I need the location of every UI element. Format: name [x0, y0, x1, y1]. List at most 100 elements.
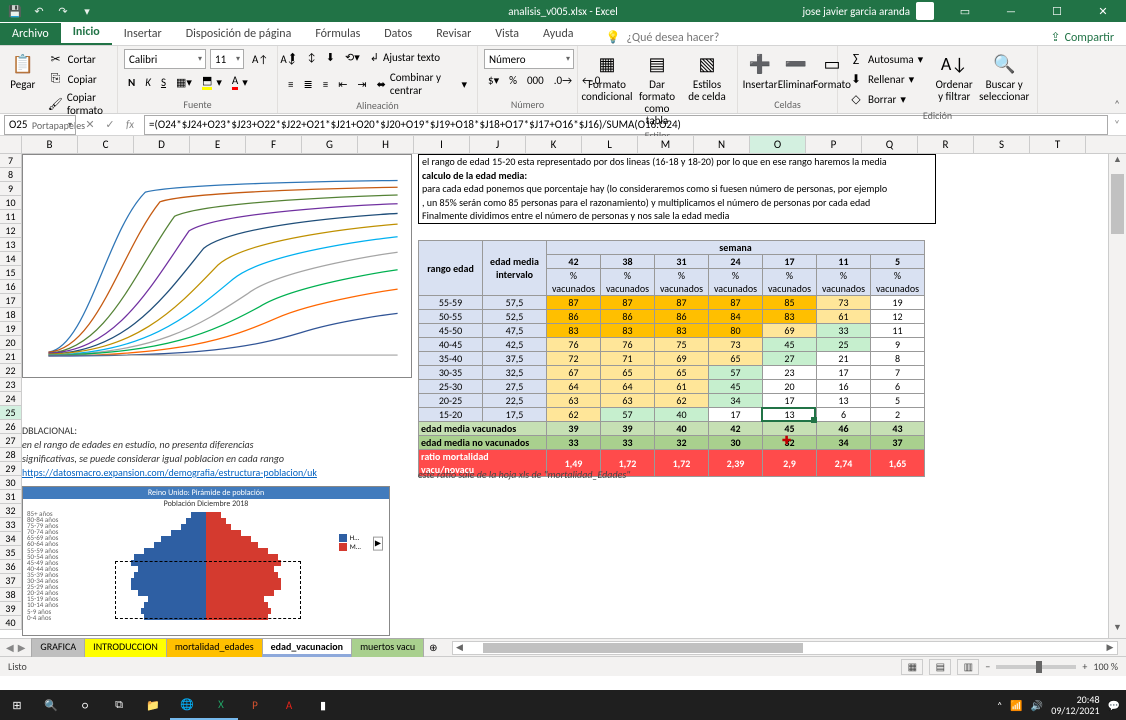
- align-top-icon[interactable]: ⬆: [284, 49, 301, 66]
- sheet-nav-prev-icon[interactable]: ◀: [6, 641, 14, 654]
- border-button[interactable]: ▦▾: [172, 72, 196, 92]
- tab-view[interactable]: Vista: [483, 23, 531, 45]
- row-header[interactable]: 27: [0, 434, 22, 448]
- grow-font-icon[interactable]: A↑: [248, 49, 272, 69]
- row-header[interactable]: 21: [0, 350, 22, 364]
- row-header[interactable]: 11: [0, 210, 22, 224]
- network-icon[interactable]: 📶: [1010, 699, 1022, 712]
- redo-icon[interactable]: ↷: [54, 5, 72, 18]
- tab-data[interactable]: Datos: [372, 23, 424, 45]
- powerpoint-icon[interactable]: P: [238, 690, 272, 720]
- row-header[interactable]: 17: [0, 294, 22, 308]
- number-format-combo[interactable]: Número: [484, 49, 574, 69]
- align-left-icon[interactable]: ≡: [284, 76, 297, 93]
- wrap-text-button[interactable]: ↲ Ajustar texto: [366, 49, 444, 66]
- font-name-combo[interactable]: Calibri: [124, 49, 206, 69]
- column-header[interactable]: N: [694, 136, 750, 153]
- format-as-table-button[interactable]: ▤Dar formato como tabla: [634, 49, 680, 129]
- hyperlink[interactable]: https://datosmacro.expansion.com/demogra…: [22, 466, 317, 479]
- fx-icon[interactable]: fx: [122, 118, 138, 131]
- row-header[interactable]: 25: [0, 406, 22, 420]
- row-header[interactable]: 14: [0, 252, 22, 266]
- notifications-icon[interactable]: 💬: [1108, 699, 1120, 712]
- cortana-icon[interactable]: ○: [68, 690, 102, 720]
- row-header[interactable]: 32: [0, 504, 22, 518]
- row-header[interactable]: 34: [0, 532, 22, 546]
- search-taskbar-icon[interactable]: 🔍: [34, 690, 68, 720]
- column-header[interactable]: R: [918, 136, 974, 153]
- column-header[interactable]: O: [750, 136, 806, 153]
- row-header[interactable]: 9: [0, 182, 22, 196]
- indent-dec-icon[interactable]: ⇤: [334, 76, 351, 93]
- column-header[interactable]: L: [582, 136, 638, 153]
- row-header[interactable]: 7: [0, 154, 22, 168]
- scroll-right-icon[interactable]: ▶: [1103, 642, 1117, 654]
- minimize-icon[interactable]: —: [988, 0, 1034, 22]
- insert-cells-button[interactable]: ➕Insertar: [744, 49, 776, 93]
- align-bottom-icon[interactable]: ⬇: [322, 49, 339, 66]
- comma-icon[interactable]: 000: [523, 72, 548, 89]
- scroll-up-icon[interactable]: ▲: [1109, 154, 1126, 170]
- column-header[interactable]: D: [134, 136, 190, 153]
- copy-button[interactable]: ⎘Copiar: [44, 69, 111, 89]
- tab-home[interactable]: Inicio: [61, 21, 112, 45]
- row-header[interactable]: 20: [0, 336, 22, 350]
- row-header[interactable]: 19: [0, 322, 22, 336]
- row-header[interactable]: 26: [0, 420, 22, 434]
- select-all-corner[interactable]: [0, 136, 22, 153]
- sort-filter-button[interactable]: A↓Ordenar y filtrar: [931, 49, 977, 105]
- fill-button[interactable]: ⬇Rellenar ▾: [844, 69, 927, 89]
- column-header[interactable]: F: [246, 136, 302, 153]
- tab-formulas[interactable]: Fórmulas: [303, 23, 372, 45]
- column-header[interactable]: S: [974, 136, 1030, 153]
- taskbar-clock[interactable]: 20:48 09/12/2021: [1051, 694, 1099, 716]
- start-button[interactable]: ⊞: [0, 690, 34, 720]
- row-header[interactable]: 16: [0, 280, 22, 294]
- align-center-icon[interactable]: ≣: [299, 76, 316, 93]
- column-header[interactable]: I: [414, 136, 470, 153]
- play-icon[interactable]: ▶: [373, 537, 383, 551]
- population-pyramid-chart[interactable]: Reino Unido: Pirámide de población Pobla…: [22, 486, 390, 636]
- cell-styles-button[interactable]: ▧Estilos de celda: [684, 49, 730, 105]
- zoom-in-icon[interactable]: +: [1082, 660, 1087, 673]
- terminal-icon[interactable]: ▮: [306, 690, 340, 720]
- row-header[interactable]: 18: [0, 308, 22, 322]
- percent-icon[interactable]: %: [505, 72, 521, 89]
- acrobat-icon[interactable]: A: [272, 690, 306, 720]
- sheet-tab[interactable]: mortalidad_edades: [166, 638, 263, 657]
- underline-button[interactable]: S: [157, 72, 170, 92]
- font-color-button[interactable]: A▾: [228, 72, 252, 92]
- bold-button[interactable]: N: [124, 72, 139, 92]
- row-header[interactable]: 13: [0, 238, 22, 252]
- sheet-tab[interactable]: muertos vacu: [351, 638, 424, 657]
- page-break-view-icon[interactable]: ▥: [957, 659, 979, 675]
- row-header[interactable]: 39: [0, 602, 22, 616]
- row-header[interactable]: 10: [0, 196, 22, 210]
- align-right-icon[interactable]: ≡: [319, 76, 332, 93]
- paste-button[interactable]: 📋 Pegar: [6, 49, 40, 93]
- row-header[interactable]: 24: [0, 392, 22, 406]
- clear-button[interactable]: ◇Borrar ▾: [844, 89, 927, 109]
- account-user[interactable]: jose javier garcia aranda: [794, 2, 942, 20]
- collapse-ribbon-icon[interactable]: ˄: [1114, 98, 1120, 111]
- scroll-left-icon[interactable]: ◀: [453, 642, 467, 654]
- sheet-tab[interactable]: edad_vacunacion: [262, 638, 352, 657]
- sheet-nav-next-icon[interactable]: ▶: [18, 641, 26, 654]
- row-header[interactable]: 15: [0, 266, 22, 280]
- column-header[interactable]: M: [638, 136, 694, 153]
- column-header[interactable]: E: [190, 136, 246, 153]
- expand-formula-icon[interactable]: ˅: [1108, 118, 1126, 131]
- row-header[interactable]: 29: [0, 462, 22, 476]
- zoom-out-icon[interactable]: −: [985, 660, 990, 673]
- align-middle-icon[interactable]: ↕: [303, 49, 320, 66]
- tab-page-layout[interactable]: Disposición de página: [174, 23, 304, 45]
- qat-customize-icon[interactable]: ▾: [78, 5, 96, 18]
- column-header[interactable]: K: [526, 136, 582, 153]
- ribbon-display-icon[interactable]: ▭: [942, 0, 988, 22]
- row-header[interactable]: 23: [0, 378, 22, 392]
- sheet-tab[interactable]: INTRODUCCION: [84, 638, 167, 657]
- column-header[interactable]: B: [22, 136, 78, 153]
- inc-decimal-icon[interactable]: .0→: [550, 72, 576, 89]
- name-box[interactable]: O25: [4, 115, 76, 135]
- line-chart[interactable]: [22, 154, 412, 378]
